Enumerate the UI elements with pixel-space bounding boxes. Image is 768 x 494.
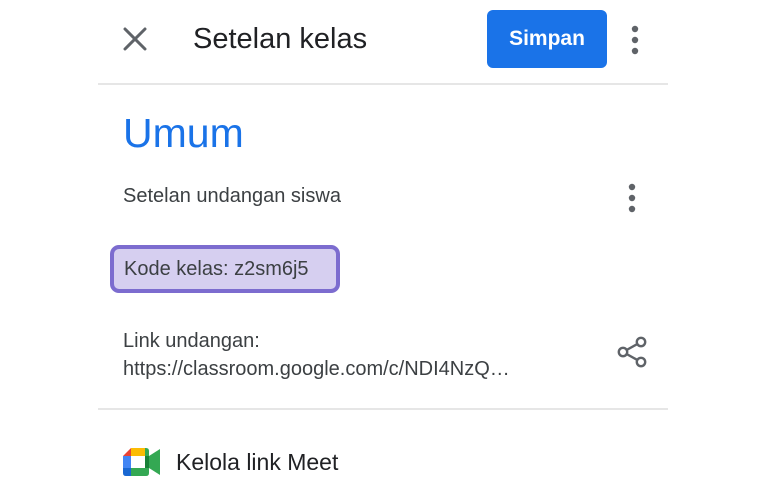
manage-meet-link-item[interactable]: Kelola link Meet [123,442,338,482]
save-button[interactable]: Simpan [487,10,607,68]
share-icon [617,336,647,368]
close-button[interactable] [118,22,152,56]
section-divider [98,408,668,410]
page-title: Setelan kelas [193,23,368,55]
manage-meet-link-label: Kelola link Meet [176,449,339,475]
invite-settings-more-button[interactable] [619,178,645,218]
more-options-button[interactable] [622,20,648,60]
share-link-button[interactable] [612,332,652,372]
class-code-highlight[interactable]: Kode kelas: z2sm6j5 [110,245,340,293]
more-vert-icon [631,25,639,55]
class-code-label: Kode kelas: z2sm6j5 [124,258,309,280]
header-divider [98,83,668,85]
invite-link-url[interactable]: https://classroom.google.com/c/NDI4NzQ… [123,355,510,383]
invite-link-label: Link undangan: [123,330,260,352]
more-vert-icon [628,183,636,213]
student-invite-settings-label: Setelan undangan siswa [123,185,341,207]
close-icon [123,27,147,51]
google-meet-icon [123,448,160,476]
section-title-general: Umum [123,110,244,156]
top-app-bar: Setelan kelas Simpan [98,0,668,83]
